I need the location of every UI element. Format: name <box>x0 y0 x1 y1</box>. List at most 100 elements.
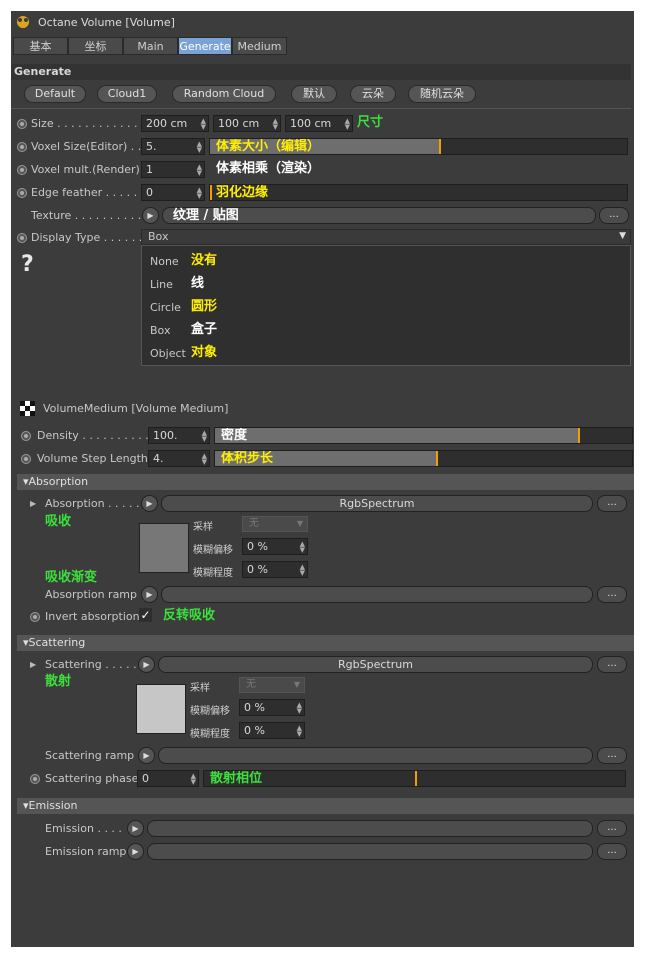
absorption-ramp-arrow-button[interactable]: ▶ <box>141 586 158 603</box>
scattering-blur-offset-field[interactable]: 0 % ▲ ▼ <box>239 699 305 716</box>
option-box[interactable]: Box <box>150 324 170 338</box>
texture-note: 纹理 / 贴图 <box>173 208 239 223</box>
invert-absorption-checkbox[interactable]: ✓ <box>139 608 152 622</box>
preset-random-cloud-button[interactable]: Random Cloud <box>172 85 276 103</box>
scattering-phase-note: 散射相位 <box>210 771 263 786</box>
display-type-selected: Box <box>148 230 169 243</box>
absorption-ramp-label: Absorption ramp <box>45 588 138 601</box>
scattering-phase-field[interactable]: 0 ▲ ▼ <box>137 770 199 787</box>
display-type-dropdown[interactable]: Box ▼ <box>141 229 631 245</box>
option-none[interactable]: None <box>150 255 179 269</box>
scattering-blur-offset-label: 模糊偏移 <box>190 706 230 717</box>
size-radio[interactable] <box>17 119 27 129</box>
window-title: Octane Volume [Volume] <box>38 16 175 29</box>
absorption-color-swatch[interactable] <box>139 523 189 573</box>
density-slider[interactable]: 密度 <box>214 427 633 444</box>
scattering-blur-scale-field[interactable]: 0 % ▲ ▼ <box>239 722 305 739</box>
step-length-slider[interactable]: 体积步长 <box>214 450 633 467</box>
size-x-field[interactable]: 200 cm ▲ ▼ <box>141 115 209 132</box>
edge-feather-radio[interactable] <box>17 188 27 198</box>
tab-main[interactable]: Main <box>123 37 178 55</box>
absorption-sample-label: 采样 <box>193 522 213 533</box>
voxel-size-slider[interactable]: 体素大小（编辑） <box>209 138 628 155</box>
texture-link-button[interactable]: 纹理 / 贴图 <box>162 207 596 224</box>
option-line[interactable]: Line <box>150 278 173 292</box>
texture-arrow-button[interactable]: ▶ <box>142 207 159 224</box>
absorption-blur-scale-field[interactable]: 0 % ▲ ▼ <box>242 561 308 578</box>
voxel-size-radio[interactable] <box>17 142 27 152</box>
voxel-mult-label: Voxel mult.(Render) <box>31 163 140 176</box>
emission-ramp-button[interactable] <box>147 843 593 860</box>
expand-arrow-icon[interactable]: ▶ <box>30 499 36 508</box>
absorption-blur-offset-field[interactable]: 0 % ▲ ▼ <box>242 538 308 555</box>
preset-default-zh-button[interactable]: 默认 <box>291 85 337 103</box>
emission-ramp-label: Emission ramp <box>45 845 127 858</box>
voxel-mult-field[interactable]: 1 ▲ ▼ <box>141 161 205 178</box>
preset-cloud1-button[interactable]: Cloud1 <box>97 85 157 103</box>
absorption-arrow-button[interactable]: ▶ <box>141 495 158 512</box>
absorption-ramp-button[interactable] <box>161 586 593 603</box>
option-object[interactable]: Object <box>150 347 186 361</box>
option-object-zh: 对象 <box>191 345 218 360</box>
preset-random-cloud-zh-button[interactable]: 随机云朵 <box>408 85 476 103</box>
absorption-section-header[interactable]: ▾Absorption <box>17 474 634 490</box>
preset-cloud-zh-button[interactable]: 云朵 <box>350 85 396 103</box>
voxel-size-field[interactable]: 5. ▲ ▼ <box>141 138 205 155</box>
bottom-area <box>11 867 634 947</box>
scattering-section-header[interactable]: ▾Scattering <box>17 635 634 651</box>
scattering-sample-dropdown[interactable]: 无 ▼ <box>239 677 305 693</box>
emission-arrow-button[interactable]: ▶ <box>127 820 144 837</box>
size-label: Size . . . . . . . . . . . . . <box>31 117 145 130</box>
tab-basic[interactable]: 基本 <box>13 37 68 55</box>
absorption-shader-button[interactable]: RgbSpectrum <box>161 495 593 512</box>
tab-generate[interactable]: Generate <box>178 37 232 55</box>
absorption-blur-scale-label: 模糊程度 <box>193 568 233 579</box>
edge-feather-slider[interactable]: 羽化边缘 <box>209 184 628 201</box>
emission-ramp-arrow-button[interactable]: ▶ <box>127 843 144 860</box>
scattering-phase-slider[interactable]: 散射相位 <box>203 770 626 787</box>
medium-title: VolumeMedium [Volume Medium] <box>43 402 229 415</box>
display-type-options: None 没有 Line 线 Circle 圆形 Box 盒子 Object 对… <box>141 245 631 366</box>
tab-coord[interactable]: 坐标 <box>68 37 123 55</box>
voxel-mult-radio[interactable] <box>17 165 27 175</box>
step-length-radio[interactable] <box>21 454 31 464</box>
option-circle[interactable]: Circle <box>150 301 181 315</box>
emission-section-header[interactable]: ▾Emission <box>17 798 634 814</box>
absorption-label: Absorption . . . . . <box>45 497 140 510</box>
invert-absorption-radio[interactable] <box>30 612 40 622</box>
density-label: Density . . . . . . . . . . . <box>37 429 156 442</box>
scattering-phase-radio[interactable] <box>30 774 40 784</box>
scattering-ramp-more-button[interactable]: ... <box>597 747 627 764</box>
absorption-sample-dropdown[interactable]: 无 ▼ <box>242 516 308 532</box>
scattering-ramp-arrow-button[interactable]: ▶ <box>138 747 155 764</box>
texture-label: Texture . . . . . . . . . . . <box>31 209 149 222</box>
scattering-shader-button[interactable]: RgbSpectrum <box>158 656 593 673</box>
tab-medium[interactable]: Medium <box>232 37 287 55</box>
emission-link-button[interactable] <box>147 820 593 837</box>
voxel-mult-note: 体素相乘（渲染） <box>216 161 321 176</box>
scattering-color-swatch[interactable] <box>136 684 186 734</box>
emission-more-button[interactable]: ... <box>597 820 627 837</box>
display-type-radio[interactable] <box>17 233 27 243</box>
help-icon[interactable]: ? <box>21 252 34 277</box>
density-field[interactable]: 100. ▲ ▼ <box>148 427 210 444</box>
scattering-more-button[interactable]: ... <box>597 656 627 673</box>
attribute-panel: Octane Volume [Volume] 基本 坐标 Main Genera… <box>11 11 634 947</box>
density-radio[interactable] <box>21 431 31 441</box>
emission-ramp-more-button[interactable]: ... <box>597 843 627 860</box>
scattering-arrow-button[interactable]: ▶ <box>138 656 155 673</box>
scattering-note: 散射 <box>45 674 72 689</box>
absorption-ramp-more-button[interactable]: ... <box>597 586 627 603</box>
size-z-field[interactable]: 100 cm ▲ ▼ <box>285 115 353 132</box>
scattering-phase-label: Scattering phase <box>45 772 139 785</box>
absorption-more-button[interactable]: ... <box>597 495 627 512</box>
edge-feather-field[interactable]: 0 ▲ ▼ <box>141 184 205 201</box>
expand-arrow-icon[interactable]: ▶ <box>30 660 36 669</box>
step-length-field[interactable]: 4. ▲ ▼ <box>148 450 210 467</box>
scattering-ramp-button[interactable] <box>158 747 593 764</box>
display-type-label: Display Type . . . . . . <box>31 231 143 244</box>
size-y-field[interactable]: 100 cm ▲ ▼ <box>213 115 281 132</box>
texture-more-button[interactable]: ... <box>599 207 629 224</box>
preset-default-button[interactable]: Default <box>24 85 86 103</box>
edge-feather-label: Edge feather . . . . . . <box>31 186 145 199</box>
